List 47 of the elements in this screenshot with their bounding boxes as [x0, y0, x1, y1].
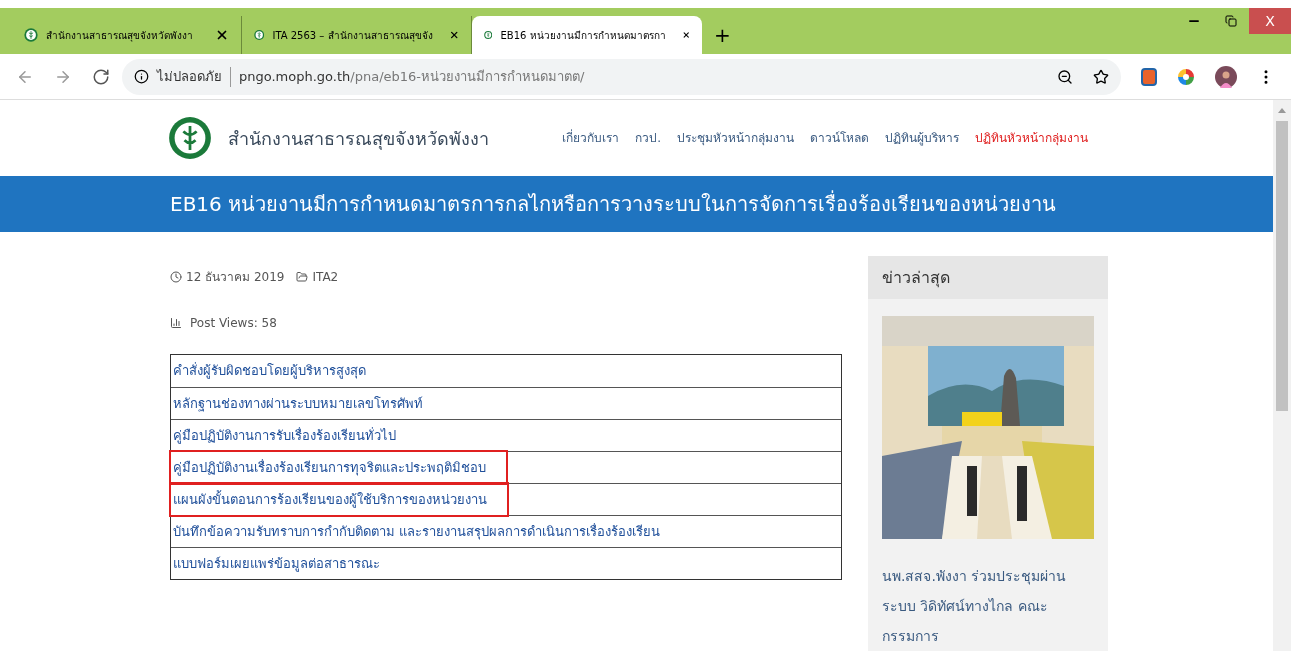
tab-title: สำนักงานสาธารณสุขจังหวัดพังงา: [46, 28, 193, 43]
zoom-icon[interactable]: [1057, 68, 1073, 85]
post-date: 12 ธันวาคม 2019: [186, 269, 285, 286]
news-headline[interactable]: นพ.สสจ.พังงา ร่วมประชุมผ่านระบบ วิดิทัศน์ทางไกล คณะกรรมการ: [882, 561, 1094, 651]
document-link[interactable]: คู่มือปฏิบัติงานการรับเรื่องร้องเรียนทั่วไป: [171, 420, 416, 451]
reload-icon[interactable]: [92, 67, 110, 86]
document-link[interactable]: หลักฐานช่องทางผ่านระบบหมายเลขโทรศัพท์: [171, 388, 443, 419]
extension-icon[interactable]: [1141, 67, 1157, 86]
nav-link[interactable]: ปฏิทินหัวหน้ากลุ่มงาน: [975, 129, 1088, 148]
tab-title: EB16 หน่วยงานมีการกำหนดมาตรกา: [500, 28, 666, 43]
nav-link[interactable]: เกี่ยวกับเรา: [562, 129, 620, 148]
close-icon[interactable]: [215, 28, 229, 42]
page-title: EB16 หน่วยงานมีการกำหนดมาตรการกลไกหรือการวางระบบในการจัดการเรื่องร้องเรียนของหน่วยงาน: [170, 189, 1057, 219]
info-icon[interactable]: [134, 69, 149, 84]
scrollbar[interactable]: [1273, 100, 1291, 651]
nav-link[interactable]: ปฏิทินผู้บริหาร: [885, 129, 959, 148]
close-window-button[interactable]: X: [1249, 8, 1291, 34]
post-views: Post Views: 58: [190, 315, 277, 332]
site-name: สำนักงานสาธารณสุขจังหวัดพังงา: [228, 126, 489, 152]
document-link[interactable]: แบบฟอร์มเผยแพร่ข้อมูลต่อสาธารณะ: [171, 548, 400, 579]
restore-icon[interactable]: [1225, 15, 1237, 27]
extension-icon[interactable]: [1177, 67, 1195, 86]
bookmark-star-icon[interactable]: [1093, 68, 1109, 85]
emblem-icon: [168, 116, 212, 161]
sidebar-heading: ข่าวล่าสุด: [882, 266, 950, 290]
emblem-icon: [484, 28, 493, 42]
document-link[interactable]: บันทึกข้อความรับทราบการกำกับติดตาม และรายงานสรุปผลการดำเนินการเรื่องร้องเรียน: [171, 516, 681, 547]
category-link[interactable]: ITA2: [312, 268, 339, 286]
tab-title: ITA 2563 – สำนักงานสาธารณสุขจัง: [272, 28, 433, 43]
browser-tab[interactable]: สำนักงานสาธารณสุขจังหวัดพังงา: [12, 16, 242, 54]
bar-chart-icon: [170, 317, 182, 329]
document-link[interactable]: แผนผังขั้นตอนการร้องเรียนของผู้ใช้บริการของหน่วยงาน: [171, 484, 507, 515]
clock-icon: [170, 271, 182, 283]
security-label: ไม่ปลอดภัย: [157, 67, 222, 86]
new-tab-button[interactable]: +: [702, 16, 743, 54]
document-link[interactable]: คำสั่งผู้รับผิดชอบโดยผู้บริหารสูงสุด: [171, 355, 386, 387]
document-link[interactable]: คู่มือปฏิบัติงานเรื่องร้องเรียนการทุจริตและประพฤติมิชอบ: [171, 452, 506, 483]
emblem-icon: [24, 28, 38, 42]
browser-tab[interactable]: EB16 หน่วยงานมีการกำหนดมาตรกา: [472, 16, 702, 54]
nav-link[interactable]: กวป.: [635, 129, 661, 148]
folder-icon: [296, 271, 309, 283]
address-bar[interactable]: ไม่ปลอดภัย pngo.moph.go.th/pna/eb16-หน่วยงานมีการกำหนดมาตต/: [122, 58, 1121, 95]
url-text: pngo.moph.go.th/pna/eb16-หน่วยงานมีการกำหนดมาตต/: [239, 67, 585, 86]
nav-link[interactable]: ประชุมหัวหน้ากลุ่มงาน: [677, 129, 794, 148]
emblem-icon: [254, 28, 265, 42]
avatar-icon[interactable]: [1215, 65, 1237, 88]
nav-link[interactable]: ดาวน์โหลด: [810, 129, 869, 148]
